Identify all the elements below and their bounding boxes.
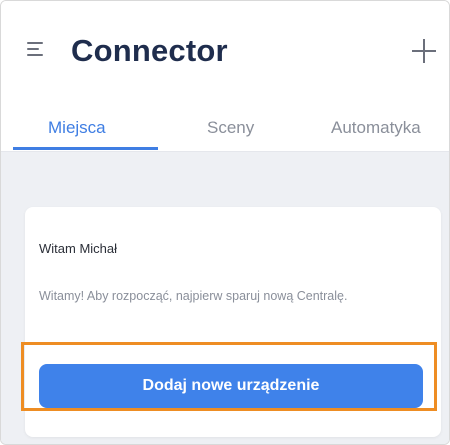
welcome-message: Witamy! Aby rozpocząć, najpierw sparuj n…: [39, 289, 348, 303]
add-device-button[interactable]: Dodaj nowe urządzenie: [39, 364, 423, 408]
tab-miejsca[interactable]: Miejsca: [48, 118, 106, 138]
app-frame: Connector Miejsca Sceny Automatyka Witam…: [0, 0, 450, 445]
main-content: Witam Michał Witamy! Aby rozpocząć, najp…: [1, 152, 449, 444]
active-tab-indicator: [13, 147, 158, 150]
tab-sceny[interactable]: Sceny: [207, 118, 254, 138]
tab-bar: Miejsca Sceny Automatyka: [1, 101, 449, 152]
button-highlight-frame: Dodaj nowe urządzenie: [21, 342, 437, 411]
menu-icon[interactable]: [27, 42, 45, 56]
tab-automatyka[interactable]: Automatyka: [331, 118, 421, 138]
app-title: Connector: [71, 33, 228, 68]
greeting-text: Witam Michał: [39, 241, 118, 256]
plus-icon[interactable]: [412, 39, 436, 63]
app-header: Connector: [1, 1, 449, 97]
welcome-card: Witam Michał Witamy! Aby rozpocząć, najp…: [21, 207, 441, 437]
